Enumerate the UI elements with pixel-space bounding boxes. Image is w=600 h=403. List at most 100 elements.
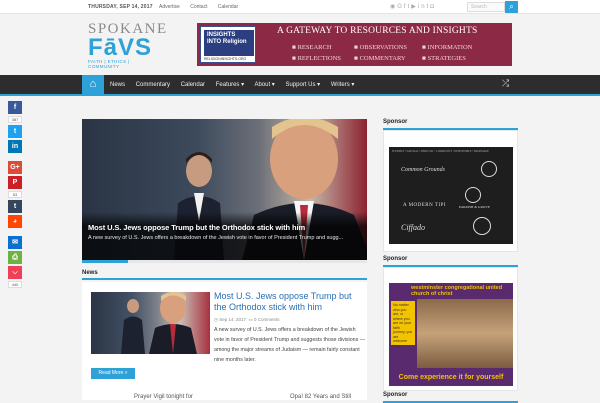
slider-progress-fill bbox=[82, 260, 128, 263]
home-button[interactable]: ⌂ bbox=[82, 75, 104, 94]
logo-line2: FāVS bbox=[88, 34, 153, 61]
clock-icon: ◷ bbox=[214, 317, 218, 322]
featured-title[interactable]: Most U.S. Jews oppose Trump but the Orth… bbox=[88, 223, 305, 232]
sponsor-heading: Sponsor bbox=[383, 119, 518, 130]
sponsor-heading: Sponsor bbox=[383, 392, 518, 403]
contact-link[interactable]: Contact bbox=[190, 4, 207, 10]
site-logo[interactable]: SPOKANE FāVS FAITH | ETHICS | COMMUNITY bbox=[88, 22, 166, 70]
news-article-comments[interactable]: 0 Comments bbox=[254, 317, 280, 322]
nav-item-writers[interactable]: Writers ▾ bbox=[331, 82, 355, 88]
total-share-count: 440 bbox=[8, 281, 22, 288]
top-bar: THURSDAY, SEP 14, 2017 Advertise Contact… bbox=[0, 0, 600, 14]
pinterest-share-count: 53 bbox=[8, 191, 22, 198]
random-article-button[interactable]: ⤮ bbox=[502, 78, 509, 89]
sponsor-heading: Sponsor bbox=[383, 256, 518, 267]
ad-header: westminster congregational united church… bbox=[411, 285, 503, 297]
nav-item-features[interactable]: Features ▾ bbox=[216, 82, 244, 88]
google-plus-share-button[interactable]: G+ bbox=[8, 161, 22, 174]
pocket-icon: ⌵ bbox=[12, 269, 18, 276]
facebook-share-button[interactable]: f bbox=[8, 101, 22, 114]
calendar-link[interactable]: Calendar bbox=[218, 4, 238, 10]
reddit-share-button[interactable]: ◕ bbox=[8, 215, 22, 228]
read-more-button[interactable]: Read More » bbox=[91, 368, 135, 379]
next-article-link[interactable]: Opa! 82 Years and Still bbox=[290, 394, 351, 400]
featured-slider[interactable]: Most U.S. Jews oppose Trump but the Orth… bbox=[82, 119, 367, 260]
sidebar-sponsor-1: Sponsor FLEXIBLE • NATURAL • SPIRITUAL •… bbox=[383, 119, 518, 252]
ad-side-text: No matter who you are, or where you are … bbox=[391, 301, 415, 348]
shuffle-icon: ⤮ bbox=[502, 78, 510, 88]
linkedin-icon: in bbox=[11, 143, 19, 150]
nav-item-news[interactable]: News bbox=[110, 82, 125, 88]
sponsor-chalkboard-ad[interactable]: FLEXIBLE • NATURAL • SPIRITUAL • COMMUNI… bbox=[389, 147, 513, 244]
news-thumbnail[interactable] bbox=[91, 292, 210, 354]
nav-items: News Commentary Calendar Features ▾ Abou… bbox=[110, 81, 363, 88]
google-plus-icon: G+ bbox=[10, 164, 20, 171]
linkedin-share-button[interactable]: in bbox=[8, 140, 22, 153]
comment-icon: ▭ bbox=[248, 317, 253, 322]
sidebar-sponsor-2: Sponsor westminster congregational unite… bbox=[383, 256, 518, 391]
facebook-share-count: 387 bbox=[8, 116, 22, 123]
board-emblem bbox=[473, 217, 491, 235]
board-name-4: Ciffado bbox=[401, 223, 426, 232]
banner-item: ■ STRATEGIES bbox=[422, 55, 466, 62]
ad-footer: Come experience it for yourself bbox=[389, 370, 513, 386]
ad-congregation-photo bbox=[417, 299, 513, 368]
search-icon: ⌕ bbox=[509, 2, 514, 11]
search-button[interactable]: ⌕ bbox=[505, 1, 518, 13]
news-article-date: Sep 14, 2017 bbox=[219, 317, 246, 322]
news-section-heading: News bbox=[82, 270, 367, 280]
top-links: Advertise Contact Calendar bbox=[159, 4, 247, 10]
sponsor-card: FLEXIBLE • NATURAL • SPIRITUAL • COMMUNI… bbox=[383, 130, 518, 252]
advertise-link[interactable]: Advertise bbox=[159, 4, 180, 10]
religion-insights-logo: INSIGHTS INTO Religion RELIGIONINSIGHTS.… bbox=[200, 26, 256, 63]
print-icon: ⎙ bbox=[12, 254, 18, 261]
banner-box-url: RELIGIONINSIGHTS.ORG bbox=[204, 57, 247, 61]
facebook-icon: f bbox=[13, 104, 17, 111]
slider-progress bbox=[82, 260, 367, 263]
header-banner-ad[interactable]: INSIGHTS INTO Religion RELIGIONINSIGHTS.… bbox=[197, 23, 512, 66]
banner-box-title: INSIGHTS INTO Religion bbox=[204, 30, 254, 56]
email-icon: ✉ bbox=[12, 239, 18, 246]
instagram-icon[interactable]: ◘ bbox=[430, 4, 436, 10]
board-emblem bbox=[465, 187, 481, 203]
google-plus-icon[interactable]: G bbox=[397, 4, 404, 10]
social-icons: ◉Gft▶int◘ bbox=[390, 3, 436, 10]
board-name-3: PARRISH & GROVE bbox=[459, 205, 490, 209]
news-article-meta: ◷ Sep 14, 2017 ▭ 0 Comments bbox=[214, 317, 280, 323]
thumbnail-people bbox=[121, 292, 197, 354]
share-sidebar: f 387 t in G+ P 53 t ◕ ✉ ⎙ ⌵ 440 bbox=[8, 101, 22, 290]
banner-item: ■ OBSERVATIONS bbox=[354, 44, 407, 51]
twitter-share-button[interactable]: t bbox=[8, 125, 22, 138]
tumblr-icon: t bbox=[13, 203, 17, 210]
email-share-button[interactable]: ✉ bbox=[8, 236, 22, 249]
main-nav: ⌂ News Commentary Calendar Features ▾ Ab… bbox=[0, 75, 600, 96]
current-date: THURSDAY, SEP 14, 2017 bbox=[88, 4, 153, 10]
banner-item: ■ INFORMATION bbox=[422, 44, 473, 51]
prev-article-link[interactable]: Prayer Vigil tonight for bbox=[134, 394, 193, 400]
tumblr-share-button[interactable]: t bbox=[8, 200, 22, 213]
banner-item: ■ COMMENTARY bbox=[354, 55, 406, 62]
nav-item-calendar[interactable]: Calendar bbox=[181, 82, 205, 88]
nav-item-about[interactable]: About ▾ bbox=[254, 82, 274, 88]
sidebar-sponsor-3: Sponsor bbox=[383, 392, 518, 403]
youtube-icon[interactable]: ▶ bbox=[411, 4, 418, 10]
pocket-share-button[interactable]: ⌵ bbox=[8, 266, 22, 279]
news-article-title[interactable]: Most U.S. Jews oppose Trump but the Orth… bbox=[214, 291, 364, 312]
sponsor-card: westminster congregational united church… bbox=[383, 267, 518, 391]
pinterest-share-button[interactable]: P bbox=[8, 176, 22, 189]
board-top-row: FLEXIBLE • NATURAL • SPIRITUAL • COMMUNI… bbox=[392, 150, 489, 153]
linkedin-icon[interactable]: in bbox=[418, 4, 427, 10]
news-section: Most U.S. Jews oppose Trump but the Orth… bbox=[82, 282, 367, 400]
nav-item-commentary[interactable]: Commentary bbox=[136, 82, 170, 88]
home-icon: ⌂ bbox=[89, 78, 97, 90]
search-input[interactable]: Search bbox=[467, 2, 505, 12]
banner-item: ■ RESEARCH bbox=[292, 44, 332, 51]
twitter-icon: t bbox=[13, 128, 17, 135]
news-article-excerpt: A new survey of U.S. Jews offers a break… bbox=[214, 327, 366, 363]
westminster-church-ad[interactable]: westminster congregational united church… bbox=[389, 283, 513, 386]
nav-item-support-us[interactable]: Support Us ▾ bbox=[285, 82, 320, 88]
pinterest-icon: P bbox=[12, 179, 18, 186]
print-share-button[interactable]: ⎙ bbox=[8, 251, 22, 264]
board-name-2: A MODERN TIPI bbox=[403, 203, 447, 208]
reddit-icon: ◕ bbox=[12, 218, 18, 225]
